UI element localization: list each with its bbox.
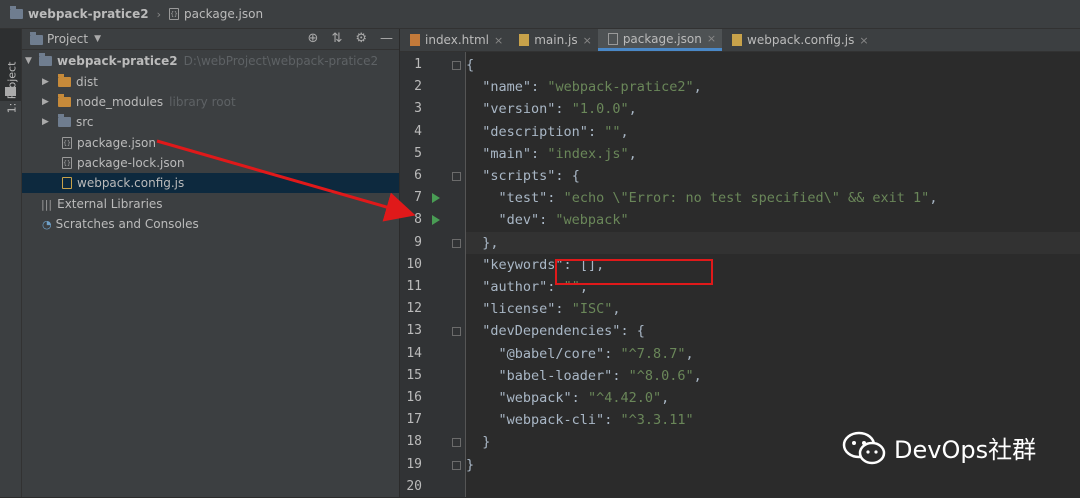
watermark-text: DevOps社群 bbox=[894, 436, 1037, 464]
watermark: DevOps社群 bbox=[842, 430, 1036, 465]
annotation-arrow bbox=[156, 139, 416, 222]
wechat-icon bbox=[842, 431, 886, 464]
